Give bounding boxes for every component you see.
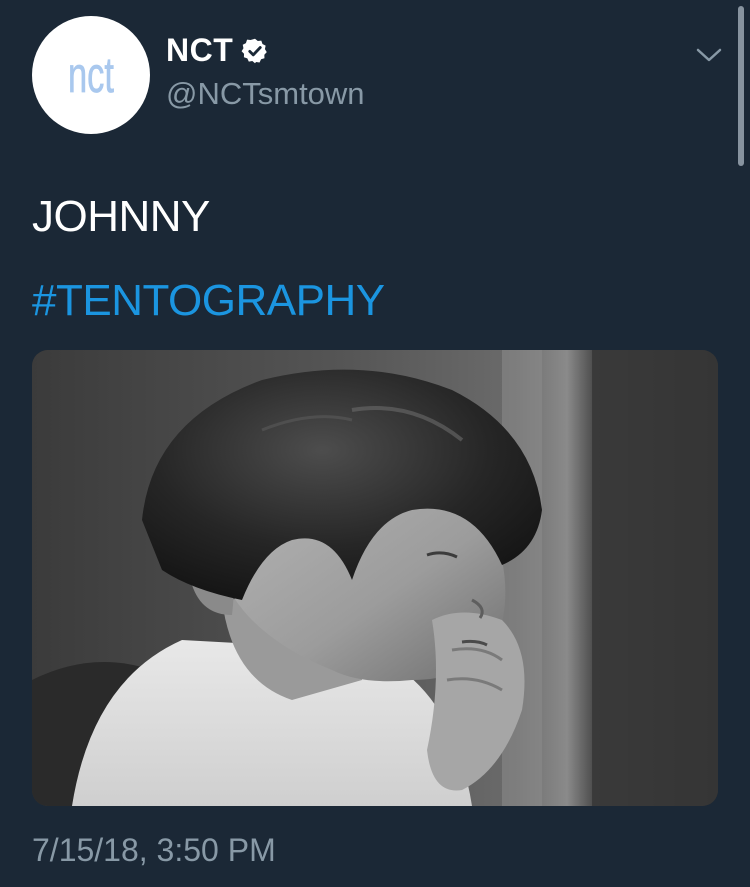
scrollbar[interactable] <box>738 6 744 166</box>
chevron-down-icon[interactable] <box>694 44 724 66</box>
tweet-timestamp[interactable]: 7/15/18, 3:50 PM <box>32 832 276 869</box>
display-name[interactable]: NCT <box>166 32 233 69</box>
verified-badge-icon <box>241 37 269 65</box>
hashtag-link[interactable]: #TENTOGRAPHY <box>32 276 385 326</box>
tweet-text: JOHNNY <box>32 192 210 241</box>
tweet-card: nct NCT @NCTsmtown JOHNNY #TENTOGRAPHY 7… <box>0 0 750 887</box>
nct-logo-text: nct <box>68 47 114 103</box>
tweet-photo[interactable] <box>32 350 718 806</box>
photo-illustration <box>32 350 718 806</box>
user-handle[interactable]: @NCTsmtown <box>166 76 365 112</box>
nct-logo-icon: nct <box>68 47 115 104</box>
display-name-row[interactable]: NCT <box>166 32 269 69</box>
avatar[interactable]: nct <box>32 16 150 134</box>
